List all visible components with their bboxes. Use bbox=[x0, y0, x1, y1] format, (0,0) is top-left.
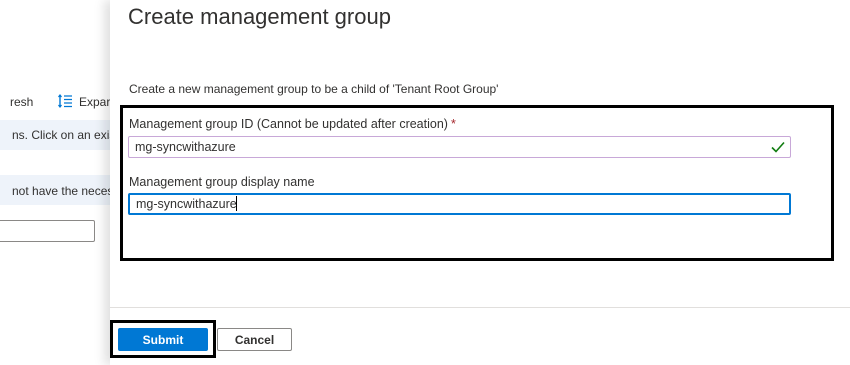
permission-banner-text: not have the necess bbox=[12, 184, 120, 198]
refresh-button[interactable]: resh bbox=[10, 95, 33, 109]
background-toolbar: resh Expar bbox=[0, 92, 120, 112]
expand-button[interactable]: Expar bbox=[79, 95, 110, 109]
info-banner-text: ns. Click on an exisit bbox=[12, 128, 120, 142]
page-title: Create management group bbox=[128, 4, 391, 29]
display-name-input[interactable] bbox=[128, 193, 791, 215]
footer-divider bbox=[110, 307, 850, 308]
info-banner: ns. Click on an exisit bbox=[0, 120, 120, 150]
group-id-label: Management group ID (Cannot be updated a… bbox=[129, 117, 456, 131]
required-indicator: * bbox=[450, 117, 456, 131]
cancel-button[interactable]: Cancel bbox=[217, 328, 292, 351]
text-cursor bbox=[236, 196, 237, 211]
submit-button[interactable]: Submit bbox=[118, 328, 208, 351]
background-search-input[interactable] bbox=[0, 220, 95, 242]
expand-list-icon[interactable] bbox=[57, 93, 73, 109]
create-management-group-blade: Create management group Create a new man… bbox=[110, 0, 850, 365]
checkmark-icon bbox=[771, 141, 785, 153]
group-id-label-text: Management group ID (Cannot be updated a… bbox=[129, 117, 448, 131]
blade-description: Create a new management group to be a ch… bbox=[129, 82, 499, 96]
group-id-input[interactable] bbox=[128, 136, 791, 158]
permission-banner: not have the necess bbox=[0, 175, 120, 205]
screen: resh Expar ns. Click on an exisit not ha… bbox=[0, 0, 850, 365]
display-name-label: Management group display name bbox=[129, 175, 315, 189]
background-page: resh Expar ns. Click on an exisit not ha… bbox=[0, 0, 120, 365]
